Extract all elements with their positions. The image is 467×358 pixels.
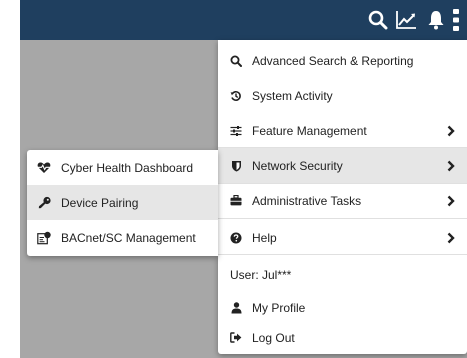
menu-item-label: Help <box>252 230 277 245</box>
menu-item-help[interactable]: Help <box>218 220 467 255</box>
menu-item-log-out[interactable]: Log Out <box>218 320 467 355</box>
divider <box>218 218 467 219</box>
menu-item-label: Feature Management <box>252 123 367 138</box>
menu-item-advanced-search[interactable]: Advanced Search & Reporting <box>218 43 467 78</box>
trend-chart-icon[interactable] <box>394 9 418 31</box>
heartbeat-icon <box>37 161 51 174</box>
chevron-right-icon <box>446 160 456 172</box>
search-icon <box>230 55 242 67</box>
submenu-item-label: BACnet/SC Management <box>61 230 196 245</box>
submenu-item-label: Cyber Health Dashboard <box>61 160 194 175</box>
submenu-item-bacnet-sc-management[interactable]: BACnet/SC Management <box>27 220 218 255</box>
menu-item-label: My Profile <box>252 300 306 315</box>
menu-item-label: Log Out <box>252 330 295 345</box>
search-icon[interactable] <box>367 9 389 31</box>
user-dropdown-menu: Advanced Search & Reporting System Activ… <box>218 40 467 354</box>
sliders-icon <box>230 125 242 137</box>
chevron-right-icon <box>446 195 456 207</box>
divider <box>218 147 467 148</box>
submenu-item-cyber-health-dashboard[interactable]: Cyber Health Dashboard <box>27 150 218 185</box>
bell-icon[interactable] <box>425 9 447 31</box>
user-icon <box>230 301 242 314</box>
menu-item-label: System Activity <box>252 88 333 103</box>
question-circle-icon <box>230 232 242 244</box>
menu-item-label: Network Security <box>252 158 343 173</box>
network-security-submenu: Cyber Health Dashboard Device Pairing BA… <box>27 150 218 256</box>
menu-item-feature-management[interactable]: Feature Management <box>218 113 467 148</box>
key-icon <box>37 196 51 209</box>
divider <box>218 254 467 255</box>
submenu-item-device-pairing[interactable]: Device Pairing <box>27 185 218 220</box>
briefcase-icon <box>230 195 242 207</box>
chevron-right-icon <box>446 125 456 137</box>
certificate-icon <box>37 231 51 244</box>
menu-item-administrative-tasks[interactable]: Administrative Tasks <box>218 183 467 218</box>
vertical-ellipsis-icon[interactable] <box>449 9 463 31</box>
current-user-label: User: Jul*** <box>230 268 292 282</box>
divider <box>218 183 467 184</box>
submenu-item-label: Device Pairing <box>61 195 139 210</box>
chevron-right-icon <box>446 232 456 244</box>
menu-item-label: Administrative Tasks <box>252 193 362 208</box>
history-icon <box>230 90 242 102</box>
shield-icon <box>230 160 242 172</box>
menu-item-label: Advanced Search & Reporting <box>252 53 414 68</box>
menu-item-network-security[interactable]: Network Security <box>218 148 467 183</box>
menu-item-system-activity[interactable]: System Activity <box>218 78 467 113</box>
top-navigation-bar <box>20 0 467 40</box>
sign-out-icon <box>230 332 242 344</box>
